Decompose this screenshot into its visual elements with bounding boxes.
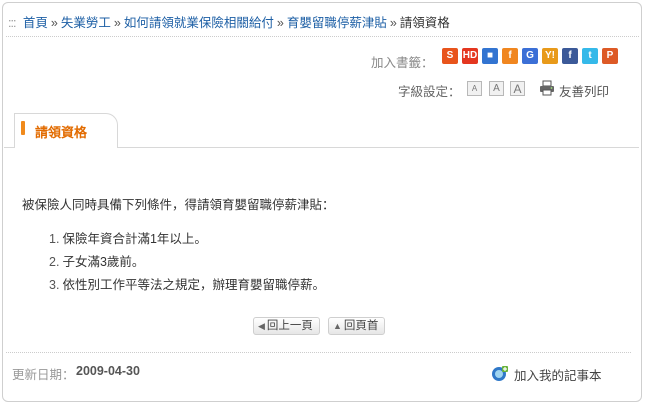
- facebook-bookmark-icon[interactable]: f: [562, 48, 578, 64]
- list-item: 3. 依性別工作平等法之規定，辦理育嬰留職停薪。: [49, 278, 325, 301]
- funp-bookmark-icon[interactable]: f: [502, 48, 518, 64]
- print-link[interactable]: 友善列印: [559, 81, 609, 100]
- hd-bookmark-icon[interactable]: HD: [462, 48, 478, 64]
- back-button-label: 回上一頁: [266, 320, 313, 332]
- breadcrumb-parental-allowance-link[interactable]: 育嬰留職停薪津貼: [287, 16, 387, 30]
- eligibility-intro: 被保險人同時具備下列條件，得請領育嬰留職停薪津貼：: [22, 198, 335, 212]
- list-item-text: 保險年資合計滿1年以上。: [62, 232, 207, 246]
- breadcrumb-separator: »: [276, 16, 284, 30]
- update-date-value: 2009-04-30: [76, 364, 140, 378]
- breadcrumb-benefits-link[interactable]: 如何請領就業保險相關給付: [124, 16, 274, 30]
- up-arrow-icon: ▲: [333, 321, 342, 331]
- list-item-text: 子女滿3歲前。: [62, 255, 145, 269]
- eligibility-list: 1. 保險年資合計滿1年以上。 2. 子女滿3歲前。 3. 依性別工作平等法之規定，辦…: [49, 232, 325, 301]
- twitter-bookmark-icon[interactable]: t: [582, 48, 598, 64]
- font-size-label: 字級設定：: [398, 85, 461, 99]
- list-item-number: 3.: [49, 278, 60, 292]
- section-tab: 請領資格: [14, 113, 118, 148]
- yahoo-bookmark-icon[interactable]: Y!: [542, 48, 558, 64]
- add-to-notebook-link[interactable]: 加入我的記事本: [514, 365, 602, 384]
- tab-marker-icon: [21, 121, 25, 135]
- font-size-large-button[interactable]: A: [510, 81, 525, 96]
- plurk-bookmark-icon[interactable]: P: [602, 48, 618, 64]
- breadcrumb-separator: »: [50, 16, 58, 30]
- google-bookmark-icon[interactable]: G: [522, 48, 538, 64]
- list-item-number: 1.: [49, 232, 60, 246]
- top-button[interactable]: ▲ 回頁首: [328, 317, 386, 335]
- list-item: 1. 保險年資合計滿1年以上。: [49, 232, 325, 255]
- bookmark-icons: S HD ■ f G Y! f t P: [442, 48, 618, 64]
- update-date-label: 更新日期：: [12, 368, 75, 382]
- list-item-text: 依性別工作平等法之規定，辦理育嬰留職停薪。: [62, 278, 325, 292]
- list-item-number: 2.: [49, 255, 60, 269]
- breadcrumb-separator: »: [389, 16, 397, 30]
- bookmark-label: 加入書籤：: [371, 56, 434, 70]
- list-item: 2. 子女滿3歲前。: [49, 255, 325, 278]
- footer-divider: [6, 352, 631, 353]
- breadcrumb-divider: [6, 36, 639, 37]
- back-button[interactable]: ◀ 回上一頁: [253, 317, 320, 335]
- top-button-label: 回頁首: [343, 320, 379, 332]
- breadcrumb-current: 請領資格: [399, 16, 450, 30]
- memo-icon[interactable]: [491, 364, 509, 382]
- breadcrumb: ::: 首頁» 失業勞工» 如何請領就業保險相關給付» 育嬰留職停薪津貼» 請領資格: [8, 12, 450, 31]
- breadcrumb-home-link[interactable]: 首頁: [23, 16, 48, 30]
- breadcrumb-unemployed-link[interactable]: 失業勞工: [61, 16, 111, 30]
- hemidemi-bookmark-icon[interactable]: S: [442, 48, 458, 64]
- section-title: 請領資格: [35, 125, 88, 140]
- back-arrow-icon: ◀: [258, 321, 265, 331]
- font-size-medium-button[interactable]: A: [489, 81, 504, 96]
- breadcrumb-prefix: :::: [8, 16, 16, 30]
- printer-icon[interactable]: [539, 80, 555, 96]
- delicious-bookmark-icon[interactable]: ■: [482, 48, 498, 64]
- breadcrumb-separator: »: [113, 16, 121, 30]
- font-size-small-button[interactable]: A: [467, 81, 482, 96]
